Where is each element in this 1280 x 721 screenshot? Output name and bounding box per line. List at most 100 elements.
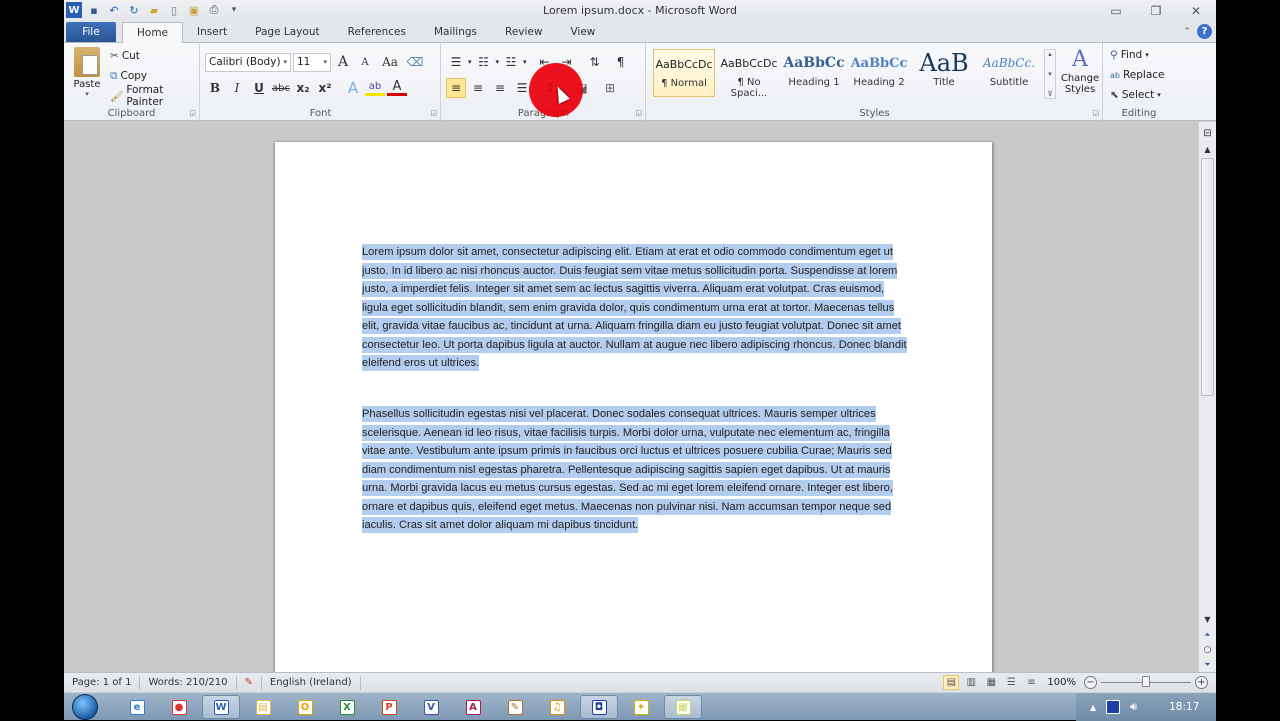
tab-view[interactable]: View [556, 22, 609, 42]
paragraph-1[interactable]: Lorem ipsum dolor sit amet, consectetur … [362, 243, 907, 373]
selected-text[interactable]: Phasellus sollicitudin egestas nisi vel … [362, 406, 893, 533]
text-effects-button[interactable]: A [343, 78, 363, 98]
tab-file[interactable]: File [66, 22, 116, 42]
taskbar-outlook[interactable]: O [286, 695, 324, 719]
change-case-button[interactable]: Aa [377, 52, 403, 72]
clipboard-launcher-icon[interactable]: ◲ [189, 109, 196, 117]
word-count[interactable]: Words: 210/210 [140, 675, 237, 690]
zoom-slider[interactable] [1101, 676, 1191, 687]
page-count[interactable]: Page: 1 of 1 [64, 675, 141, 690]
sort-icon[interactable]: ⇅ [585, 52, 605, 72]
show-hidden-icons[interactable]: ▲ [1090, 703, 1096, 712]
taskbar-bird-app[interactable]: ✦ [622, 695, 660, 719]
grow-font-button[interactable]: A [333, 52, 353, 72]
bullets-icon[interactable]: ☰ [446, 52, 466, 72]
font-launcher-icon[interactable]: ◲ [430, 109, 437, 117]
zoom-out-button[interactable]: − [1084, 676, 1097, 689]
subscript-button[interactable]: x₂ [293, 78, 313, 98]
styles-gallery-scroll[interactable]: ▴ ▾ ⊽ [1044, 49, 1056, 99]
style-normal[interactable]: AaBbCcDc ¶ Normal [653, 49, 715, 97]
style-title[interactable]: AaB Title [913, 49, 975, 97]
minimize-button[interactable]: ▭ [1096, 2, 1136, 20]
tab-insert[interactable]: Insert [183, 22, 241, 42]
copy-button[interactable]: ⧉ Copy [108, 67, 149, 85]
print-layout-icon[interactable]: ▤ [943, 675, 960, 690]
screen-recorder-tray-icon[interactable] [1106, 700, 1121, 714]
find-button[interactable]: ⚲ Find ▾ [1108, 46, 1151, 64]
taskbar-paint[interactable]: ✎ [496, 695, 534, 719]
zoom-in-button[interactable]: + [1195, 676, 1208, 689]
taskbar-visio[interactable]: V [412, 695, 450, 719]
paste-dropdown-icon[interactable]: ▾ [70, 90, 104, 98]
taskbar-sticky-notes[interactable]: ▦ [664, 695, 702, 719]
paragraph-2[interactable]: Phasellus sollicitudin egestas nisi vel … [362, 405, 907, 535]
previous-page-icon[interactable]: ⏶ [1200, 628, 1215, 642]
clock[interactable]: 18:17 [1169, 701, 1199, 713]
minimize-ribbon-icon[interactable]: ⌃ [1183, 27, 1191, 37]
restore-button[interactable]: ❐ [1136, 2, 1176, 20]
align-right-icon[interactable]: ≡ [490, 78, 510, 98]
proofing-icon[interactable]: ✎ [237, 675, 262, 690]
font-color-button[interactable]: A [387, 79, 407, 96]
highlight-button[interactable]: ab [365, 80, 385, 96]
superscript-button[interactable]: x² [315, 78, 335, 98]
show-formatting-marks-icon[interactable]: ¶ [611, 52, 631, 72]
borders-icon[interactable]: ⊞ [600, 78, 620, 98]
taskbar-access[interactable]: A [454, 695, 492, 719]
tab-mailings[interactable]: Mailings [420, 22, 491, 42]
numbering-icon[interactable]: ☷ [474, 52, 494, 72]
scrollbar-thumb[interactable] [1201, 158, 1214, 396]
close-button[interactable]: ✕ [1176, 2, 1216, 20]
scroll-down-icon[interactable]: ▼ [1200, 612, 1215, 626]
tab-references[interactable]: References [334, 22, 420, 42]
outline-icon[interactable]: ☰ [1003, 675, 1019, 690]
ruler-toggle-icon[interactable]: ⊟ [1200, 126, 1215, 140]
taskbar-internet-explorer[interactable]: e [118, 695, 156, 719]
gallery-down-icon[interactable]: ▾ [1048, 70, 1052, 78]
language-indicator[interactable]: English (Ireland) [262, 675, 361, 690]
document-area[interactable]: Lorem ipsum dolor sit amet, consectetur … [64, 122, 1198, 672]
strikethrough-button[interactable]: abc [271, 78, 291, 98]
bold-button[interactable]: B [205, 78, 225, 98]
zoom-level[interactable]: 100% [1047, 677, 1076, 688]
style-no-spacing[interactable]: AaBbCcDc ¶ No Spaci... [718, 49, 780, 100]
taskbar-screen-recorder[interactable]: ◘ [580, 695, 618, 719]
underline-button[interactable]: U [249, 78, 269, 98]
full-screen-reading-icon[interactable]: ▥ [963, 675, 979, 690]
clear-formatting-icon[interactable]: ⌫ [405, 52, 425, 72]
taskbar-powerpoint[interactable]: P [370, 695, 408, 719]
change-styles-button[interactable]: A Change Styles [1059, 47, 1101, 95]
shrink-font-button[interactable]: A [355, 52, 375, 72]
font-name-select[interactable]: Calibri (Body) ▾ [205, 52, 291, 72]
tab-home[interactable]: Home [122, 22, 184, 43]
style-subtitle[interactable]: AaBbCc. Subtitle [978, 49, 1040, 97]
gallery-more-icon[interactable]: ⊽ [1047, 90, 1052, 98]
style-heading-1[interactable]: AaBbCc Heading 1 [783, 49, 845, 97]
cut-button[interactable]: ✂ Cut [108, 47, 142, 65]
next-page-icon[interactable]: ⏷ [1200, 658, 1215, 672]
vertical-scrollbar[interactable]: ⊟ ▲ ▼ ⏶ ○ ⏷ [1198, 122, 1216, 672]
help-icon[interactable]: ? [1197, 24, 1212, 39]
select-button[interactable]: ⬉ Select ▾ [1108, 86, 1163, 104]
taskbar-audio[interactable]: ♫ [538, 695, 576, 719]
format-painter-button[interactable]: 🖌 Format Painter [108, 84, 199, 108]
paste-button[interactable]: Paste ▾ [70, 47, 104, 101]
taskbar-explorer[interactable]: ▤ [244, 695, 282, 719]
align-left-icon[interactable]: ≡ [446, 78, 466, 98]
paragraph-launcher-icon[interactable]: ◲ [635, 109, 642, 117]
style-heading-2[interactable]: AaBbCc Heading 2 [848, 49, 910, 97]
document-page[interactable]: Lorem ipsum dolor sit amet, consectetur … [275, 142, 992, 672]
zoom-slider-knob[interactable] [1142, 676, 1150, 687]
font-size-select[interactable]: 11 ▾ [293, 52, 331, 72]
taskbar-chrome[interactable]: ● [160, 695, 198, 719]
scroll-up-icon[interactable]: ▲ [1200, 142, 1215, 156]
selected-text[interactable]: Lorem ipsum dolor sit amet, consectetur … [362, 244, 907, 371]
taskbar-word[interactable]: W [202, 695, 240, 719]
italic-button[interactable]: I [227, 78, 247, 98]
draft-icon[interactable]: ≡ [1023, 675, 1039, 690]
multilevel-list-icon[interactable]: ☳ [501, 52, 521, 72]
align-center-icon[interactable]: ≡ [468, 78, 488, 98]
tab-review[interactable]: Review [491, 22, 556, 42]
volume-icon[interactable]: 🔊︎ [1130, 700, 1137, 714]
select-browse-object-icon[interactable]: ○ [1200, 643, 1215, 657]
